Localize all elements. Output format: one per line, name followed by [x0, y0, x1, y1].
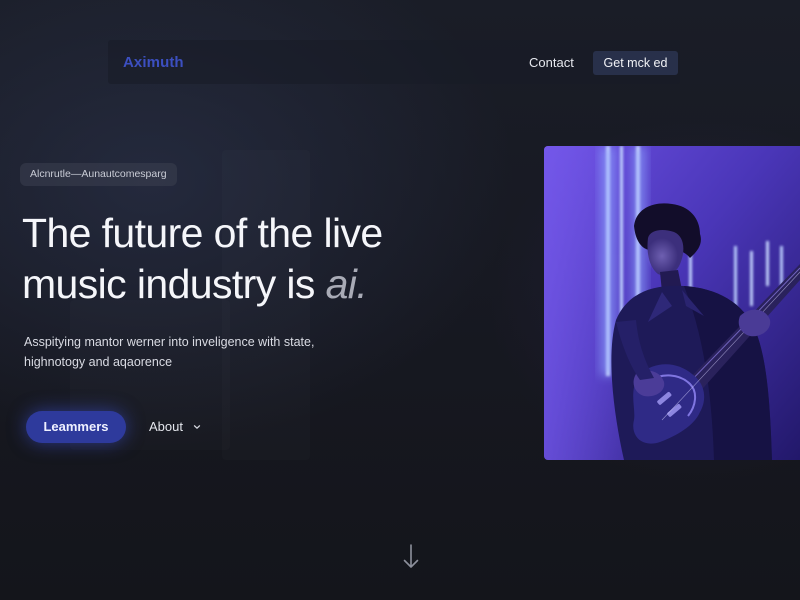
hero-tag-badge: Alcnrutle—Aunautcomesparg [20, 163, 177, 186]
logo[interactable]: Aximuth [123, 54, 184, 71]
get-started-button[interactable]: Get mck ed [593, 51, 678, 75]
hero-subtitle-line-1: Asspityіng mantor werner into inveligenc… [24, 335, 315, 349]
nav-link-contact[interactable]: Contact [529, 55, 574, 70]
hero-title: The future of the live music industry is … [22, 208, 522, 310]
about-dropdown[interactable]: About [149, 419, 201, 434]
arrow-down-icon[interactable] [401, 543, 421, 571]
hero-subtitle: Asspityіng mantor werner into inveligenc… [24, 332, 384, 372]
hero-image-guitarist [544, 146, 800, 460]
chevron-down-icon [193, 424, 201, 429]
hero-title-line-2: music industry is [22, 261, 326, 307]
hero-title-line-1: The future of the live [22, 210, 383, 256]
hero-subtitle-line-2: highnotogy and aqaorence [24, 355, 173, 369]
learners-button[interactable]: Leammers [26, 411, 126, 443]
hero-title-accent: ai. [325, 261, 368, 307]
about-label: About [149, 419, 183, 434]
